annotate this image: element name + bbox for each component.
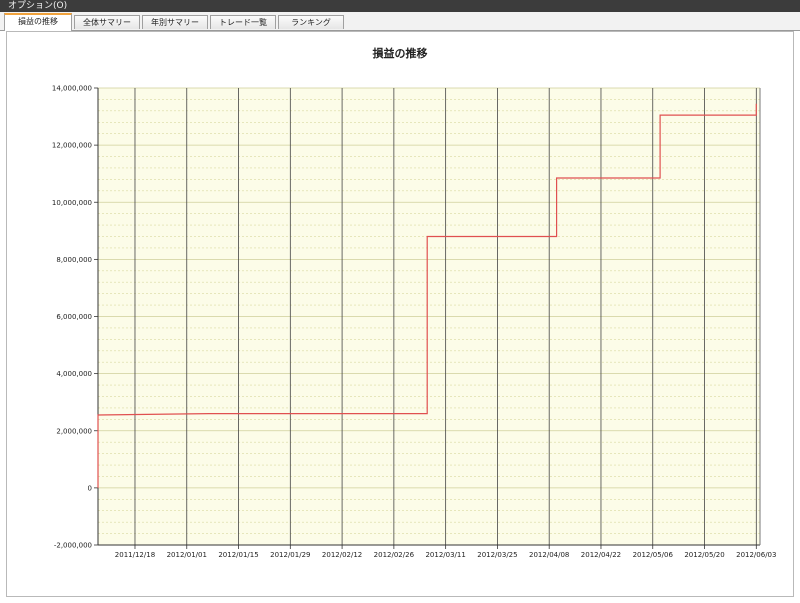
- x-tick-label: 2011/12/18: [115, 551, 155, 559]
- x-tick-label: 2012/05/20: [684, 551, 724, 559]
- x-tick-label: 2012/03/25: [477, 551, 517, 559]
- x-tick-label: 2012/02/12: [322, 551, 362, 559]
- y-tick-label: 6,000,000: [56, 313, 92, 321]
- y-tick-label: 14,000,000: [52, 85, 92, 93]
- x-tick-label: 2012/01/15: [218, 551, 258, 559]
- y-tick-label: -2,000,000: [54, 542, 92, 550]
- y-tick-label: 2,000,000: [56, 427, 92, 435]
- x-tick-label: 2012/01/01: [167, 551, 207, 559]
- x-tick-label: 2012/03/11: [425, 551, 465, 559]
- x-tick-label: 2012/01/29: [270, 551, 310, 559]
- tab-profit-transition[interactable]: 損益の推移: [4, 13, 72, 31]
- x-tick-label: 2012/06/03: [736, 551, 776, 559]
- y-tick-label: 8,000,000: [56, 256, 92, 264]
- y-tick-label: 10,000,000: [52, 199, 92, 207]
- profit-chart: -2,000,000 0 2,000,000 4,000,000 6,000,000 8,…: [52, 85, 777, 560]
- y-tick-label: 12,000,000: [52, 142, 92, 150]
- x-tick-label: 2012/04/08: [529, 551, 569, 559]
- x-tick-label: 2012/05/06: [633, 551, 674, 559]
- y-tick-label: 0: [88, 484, 92, 492]
- x-tick-label: 2012/04/22: [581, 551, 621, 559]
- x-tick-label: 2012/02/26: [374, 551, 415, 559]
- y-tick-label: 4,000,000: [56, 370, 92, 378]
